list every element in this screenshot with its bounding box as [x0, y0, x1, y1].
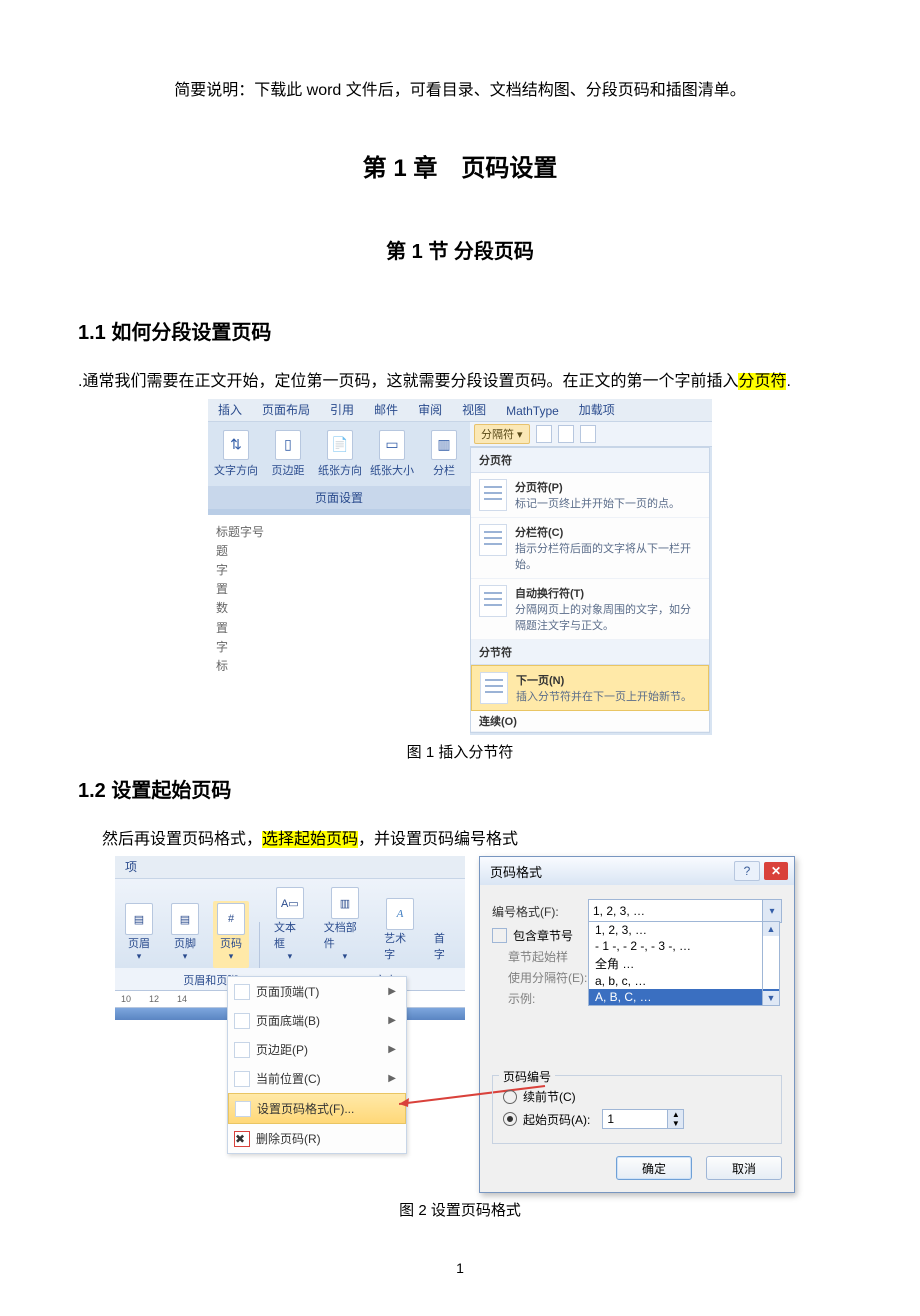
document-page: 简要说明：下载此 word 文件后，可看目录、文档结构图、分段页码和插图清单。 …	[0, 0, 920, 1316]
continue-previous-radio[interactable]	[503, 1090, 517, 1104]
margins-button[interactable]: ▯页边距	[264, 428, 312, 480]
number-format-select[interactable]: 1, 2, 3, …▾	[588, 899, 782, 923]
close-button[interactable]: ✕	[764, 862, 788, 880]
figure-2-caption: 图 2 设置页码格式	[399, 1199, 521, 1220]
page-number-panel: 项 ▤页眉▾ ▤页脚▾ #页码▾ A▭文本框▾ ▥文档部件▾ A艺术字 首字 页…	[115, 856, 465, 1180]
breaks-menu: 分页符 分页符(P)标记一页终止并开始下一页的点。 分栏符(C)指示分栏符后面的…	[470, 447, 710, 733]
continuous-break-item[interactable]: 连续(O)	[471, 711, 709, 732]
tab-addin-left: 项	[115, 855, 147, 878]
size-button[interactable]: ▭纸张大小	[368, 428, 416, 480]
textbox-button[interactable]: A▭文本框▾	[270, 885, 310, 968]
next-page-section-break-item[interactable]: 下一页(N)插入分节符并在下一页上开始新节。	[471, 665, 709, 711]
tab-mathtype[interactable]: MathType	[496, 401, 569, 421]
dropcap-button[interactable]: 首字	[430, 928, 459, 968]
text-wrap-break-icon	[479, 585, 507, 617]
hyphenation-icon[interactable]	[558, 425, 574, 443]
quickparts-button[interactable]: ▥文档部件▾	[320, 885, 370, 968]
cancel-button[interactable]: 取消	[706, 1156, 782, 1180]
start-at-input[interactable]	[603, 1112, 667, 1126]
tab-references[interactable]: 引用	[320, 398, 364, 421]
chapter-title: 第 1 章 页码设置	[78, 148, 842, 183]
start-at-spinner[interactable]: ▲▼	[602, 1109, 684, 1129]
page-break-item[interactable]: 分页符(P)标记一页终止并开始下一页的点。	[471, 473, 709, 518]
tab-insert[interactable]: 插入	[208, 398, 252, 421]
include-chapter-checkbox[interactable]	[492, 928, 507, 943]
columns-button[interactable]: ▥分栏	[420, 428, 468, 480]
page-numbering-frame: 页码编号 续前节(C) 起始页码(A): ▲▼	[492, 1075, 782, 1144]
figure-1: 插入 页面布局 引用 邮件 审阅 视图 MathType 加载项 ⇅文字方向 ▯…	[78, 399, 842, 762]
scroll-up-icon[interactable]: ▲	[763, 922, 779, 936]
ribbon-left-panel: ⇅文字方向 ▯页边距 📄纸张方向 ▭纸张大小 ▥分栏 页面设置 标题字号 题 字…	[208, 422, 470, 735]
menu-top-of-page[interactable]: 页面顶端(T)▶	[228, 977, 406, 1006]
paragraph-2: 然后再设置页码格式，选择起始页码，并设置页码编号格式	[78, 827, 842, 853]
start-at-label: 起始页码(A):	[523, 1111, 590, 1128]
column-break-icon	[479, 524, 507, 556]
subsection-1-1-title: 1.1 如何分段设置页码	[78, 316, 842, 345]
start-at-radio[interactable]	[503, 1112, 517, 1126]
tab-addins[interactable]: 加载项	[569, 398, 625, 421]
text-direction-button[interactable]: ⇅文字方向	[212, 428, 260, 480]
number-format-dropdown[interactable]: 1, 2, 3, … - 1 -, - 2 -, - 3 -, … 全角 … a…	[588, 921, 780, 1006]
dialog-title: 页码格式	[490, 862, 542, 881]
text-wrap-break-item[interactable]: 自动换行符(T)分隔网页上的对象周围的文字，如分隔题注文字与正文。	[471, 579, 709, 640]
page-break-icon	[479, 479, 507, 511]
include-chapter-label: 包含章节号	[513, 927, 573, 944]
menu-page-margins[interactable]: 页边距(P)▶	[228, 1035, 406, 1064]
footer-button[interactable]: ▤页脚▾	[167, 901, 203, 968]
tab-page-layout[interactable]: 页面布局	[252, 398, 320, 421]
section-breaks-header: 分节符	[471, 640, 709, 665]
document-preview: 标题字号 题 字 置 数 置 字 标	[208, 515, 470, 735]
help-button[interactable]: ?	[734, 861, 760, 881]
column-break-item[interactable]: 分栏符(C)指示分栏符后面的文字将从下一栏开始。	[471, 518, 709, 579]
highlight-page-break: 分页符	[738, 373, 786, 390]
spin-down-icon[interactable]: ▼	[667, 1119, 683, 1128]
tab-mailings[interactable]: 邮件	[364, 398, 408, 421]
tab-review[interactable]: 审阅	[408, 398, 452, 421]
page-number: 1	[78, 1260, 842, 1276]
intro-text: 简要说明：下载此 word 文件后，可看目录、文档结构图、分段页码和插图清单。	[78, 76, 842, 100]
orientation-button[interactable]: 📄纸张方向	[316, 428, 364, 480]
page-number-menu: 页面顶端(T)▶ 页面底端(B)▶ 页边距(P)▶ 当前位置(C)▶ 设置页码格…	[227, 976, 407, 1154]
highlight-start-page: 选择起始页码	[262, 831, 358, 848]
page-number-format-dialog: 页码格式 ? ✕ 编号格式(F): 1, 2, 3, …▾ 1, 2, 3, ……	[479, 856, 795, 1193]
wordart-button[interactable]: A艺术字	[380, 896, 420, 968]
menu-current-position[interactable]: 当前位置(C)▶	[228, 1064, 406, 1093]
section-title: 第 1 节 分段页码	[78, 235, 842, 264]
watermark-icon[interactable]	[580, 425, 596, 443]
ok-button[interactable]: 确定	[616, 1156, 692, 1180]
page-breaks-header: 分页符	[471, 448, 709, 473]
menu-remove-page-numbers[interactable]: ✖删除页码(R)	[228, 1124, 406, 1153]
figure-1-caption: 图 1 插入分节符	[407, 741, 514, 762]
tab-view[interactable]: 视图	[452, 398, 496, 421]
menu-format-page-numbers[interactable]: 设置页码格式(F)...	[228, 1093, 406, 1124]
spin-up-icon[interactable]: ▲	[667, 1110, 683, 1119]
breaks-dropdown-button[interactable]: 分隔符 ▾	[474, 424, 530, 444]
page-number-button[interactable]: #页码▾	[213, 901, 249, 968]
continue-previous-label: 续前节(C)	[523, 1088, 576, 1105]
scroll-down-icon[interactable]: ▼	[763, 991, 779, 1005]
line-numbers-icon[interactable]	[536, 425, 552, 443]
number-format-label: 编号格式(F):	[492, 903, 588, 920]
figure-2: 项 ▤页眉▾ ▤页脚▾ #页码▾ A▭文本框▾ ▥文档部件▾ A艺术字 首字 页…	[78, 856, 842, 1220]
subsection-1-2-title: 1.2 设置起始页码	[78, 774, 842, 803]
menu-bottom-of-page[interactable]: 页面底端(B)▶	[228, 1006, 406, 1035]
paragraph-1: .通常我们需要在正文开始，定位第一页码，这就需要分段设置页码。在正文的第一个字前…	[78, 369, 842, 395]
header-button[interactable]: ▤页眉▾	[121, 901, 157, 968]
page-setup-group-label: 页面设置	[208, 486, 470, 509]
ribbon-tabs: 插入 页面布局 引用 邮件 审阅 视图 MathType 加载项	[208, 399, 712, 422]
next-page-break-icon	[480, 672, 508, 704]
